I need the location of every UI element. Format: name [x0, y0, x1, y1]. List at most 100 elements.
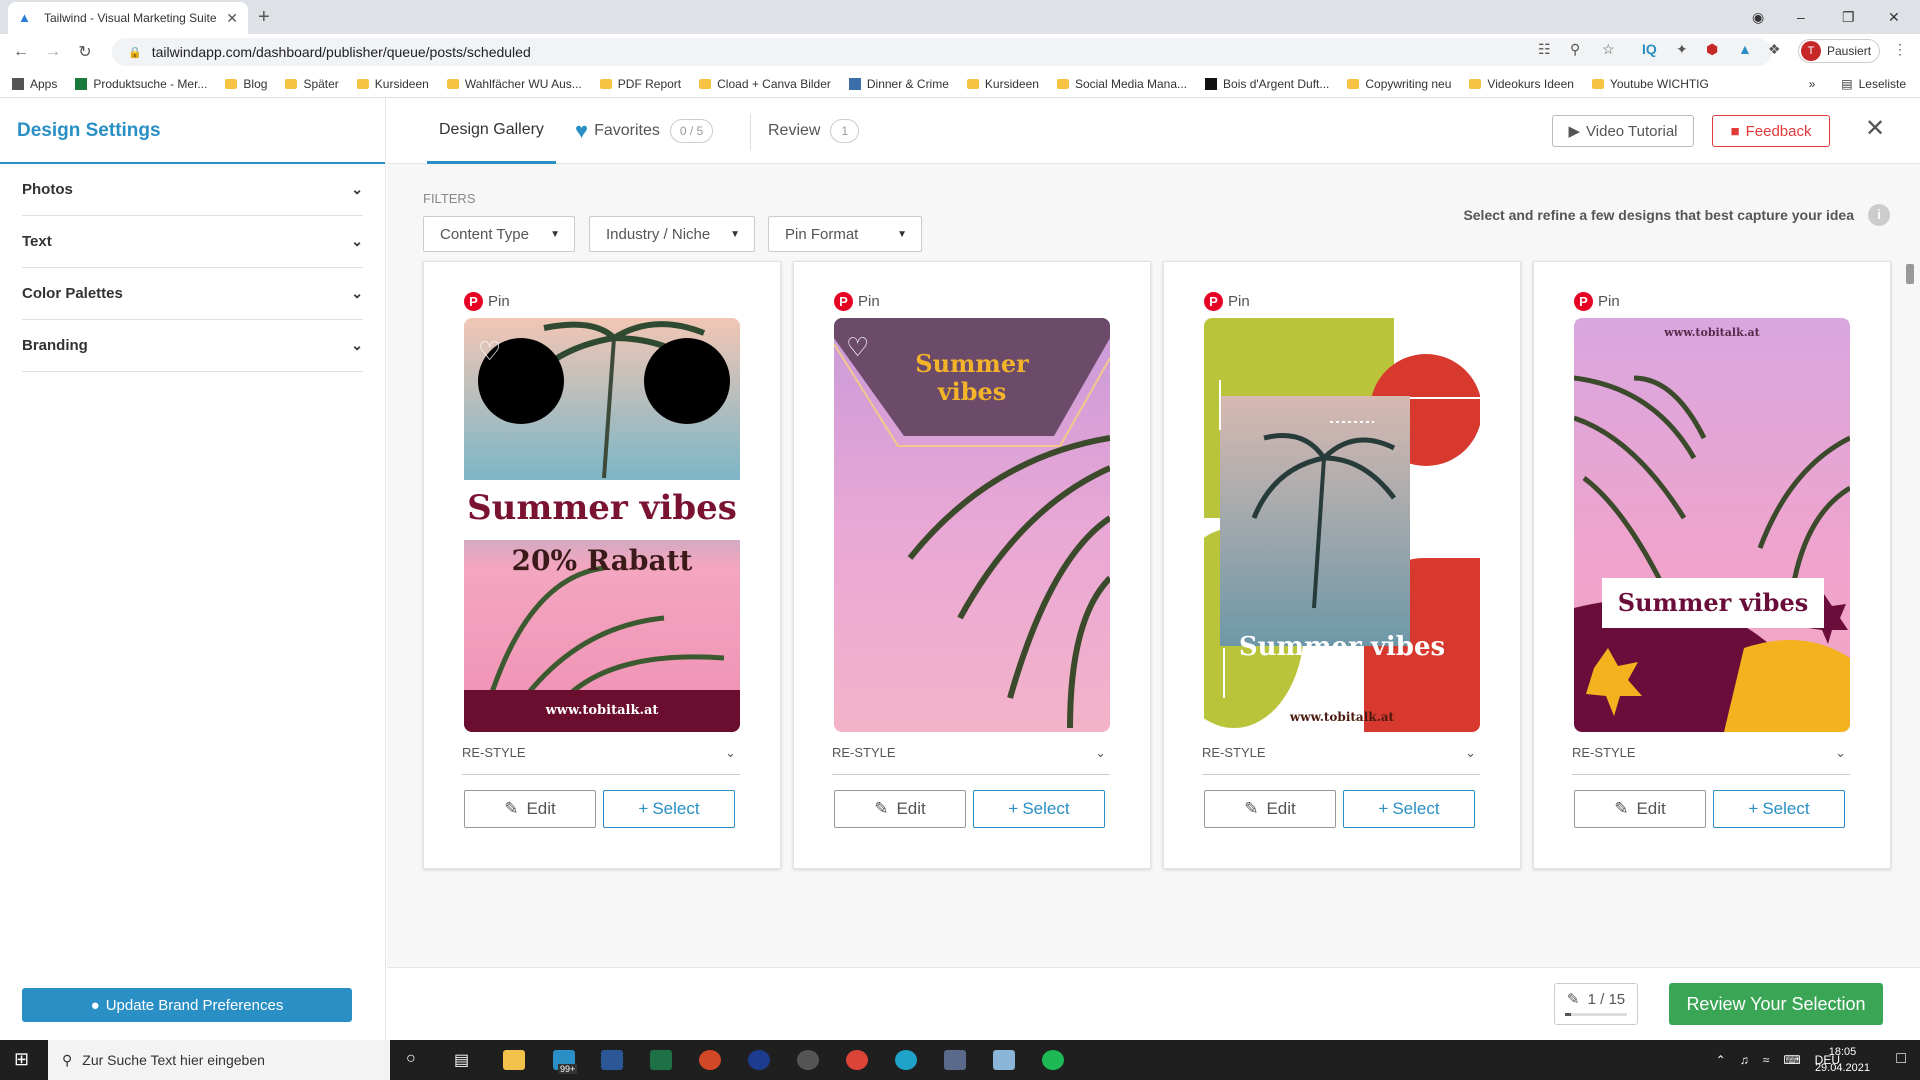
new-tab-button[interactable]: + [258, 6, 270, 29]
iq-extension-icon[interactable]: IQ [1642, 41, 1657, 57]
bookmark-star-icon[interactable]: ☆ [1602, 41, 1615, 58]
pin-format-dropdown[interactable]: Pin Format ▼ [768, 216, 922, 252]
extension-icon[interactable]: ✦ [1676, 41, 1688, 58]
minimize-button[interactable]: – [1797, 0, 1805, 34]
restore-button[interactable]: ❐ [1842, 0, 1855, 34]
windows-start-icon[interactable]: ⊞ [14, 1049, 29, 1070]
forward-arrow-icon[interactable]: → [38, 43, 68, 61]
file-explorer-icon[interactable] [503, 1050, 525, 1070]
feedback-button[interactable]: ■ Feedback [1712, 115, 1830, 147]
bookmark-folder[interactable]: Kursideen [356, 77, 429, 91]
back-arrow-icon[interactable]: ← [6, 43, 36, 61]
spotify-icon[interactable] [1042, 1050, 1064, 1070]
app-icon[interactable] [944, 1050, 966, 1070]
folder-icon [225, 78, 238, 89]
palm-illustration [1219, 380, 1480, 698]
design-preview[interactable]: ♡ Summer vibes [834, 318, 1110, 732]
chrome-icon[interactable] [846, 1050, 868, 1070]
menu-dots-icon[interactable]: ⋮ [1893, 41, 1907, 58]
select-button[interactable]: + Select [1713, 790, 1845, 828]
tab-design-gallery[interactable]: Design Gallery [427, 98, 556, 164]
taskbar-search[interactable]: ⚲ Zur Suche Text hier eingeben [48, 1040, 390, 1080]
edit-button[interactable]: ✎ Edit [1204, 790, 1336, 828]
tray-arrow-icon[interactable]: ⌃ [1716, 1053, 1726, 1067]
bookmark-item[interactable]: Dinner & Crime [848, 77, 949, 91]
review-your-selection-button[interactable]: Review Your Selection [1669, 983, 1883, 1025]
gallery-scrollbar[interactable] [1904, 258, 1916, 958]
edit-button[interactable]: ✎ Edit [464, 790, 596, 828]
industry-niche-dropdown[interactable]: Industry / Niche ▼ [589, 216, 755, 252]
bookmark-folder[interactable]: Copywriting neu [1347, 77, 1451, 91]
design-preview[interactable]: www.tobitalk.at Summer vibes [1574, 318, 1850, 732]
design-pager[interactable]: ✎ 1 / 15 [1554, 983, 1638, 1025]
update-brand-preferences-button[interactable]: ● Update Brand Preferences [22, 988, 352, 1022]
accordion-branding[interactable]: Branding ⌄ [22, 320, 363, 372]
pin-label: P Pin [464, 292, 510, 311]
puzzle-extensions-icon[interactable]: ❖ [1768, 41, 1781, 58]
favorite-heart-icon[interactable]: ♡ [478, 336, 501, 367]
restyle-dropdown[interactable]: RE-STYLE ⌄ [462, 745, 740, 775]
profile-button[interactable]: T Pausiert [1798, 39, 1880, 63]
bookmark-folder[interactable]: Kursideen [966, 77, 1039, 91]
translate-icon[interactable]: ☷ [1538, 41, 1551, 58]
accordion-text[interactable]: Text ⌄ [22, 216, 363, 268]
bookmark-folder[interactable]: Youtube WICHTIG [1591, 77, 1709, 91]
reload-icon[interactable]: ↻ [70, 42, 100, 62]
folder-icon [1056, 78, 1069, 89]
edge-icon[interactable] [895, 1050, 917, 1070]
bookmark-folder[interactable]: Wahlfächer WU Aus... [446, 77, 582, 91]
tailwind-extension-icon[interactable]: ▲ [1738, 41, 1752, 57]
bookmark-folder[interactable]: PDF Report [599, 77, 681, 91]
close-tab-icon[interactable]: ✕ [226, 10, 238, 27]
wifi-icon[interactable]: ≈ [1763, 1053, 1770, 1067]
bookmark-folder[interactable]: Blog [225, 77, 267, 91]
address-bar[interactable]: 🔒 tailwindapp.com/dashboard/publisher/qu… [112, 38, 1772, 66]
volume-icon[interactable]: ♫ [1740, 1053, 1749, 1067]
task-view-icon[interactable]: ▤ [454, 1050, 469, 1070]
bookmark-item[interactable]: Bois d'Argent Duft... [1205, 77, 1329, 91]
info-icon[interactable]: i [1868, 204, 1890, 226]
bookmark-folder[interactable]: Cload + Canva Bilder [699, 77, 831, 91]
design-preview[interactable]: ♡ Summer vibes 20% Rabatt www.tobitalk.a… [464, 318, 740, 732]
keyboard-icon[interactable]: ⌨ [1783, 1053, 1800, 1067]
bookmark-folder[interactable]: Videokurs Ideen [1469, 77, 1574, 91]
notifications-icon[interactable]: □ [1896, 1050, 1906, 1068]
sunglass-lens [644, 338, 730, 424]
bookmark-item[interactable]: Produktsuche - Mer... [75, 77, 207, 91]
edit-button[interactable]: ✎ Edit [1574, 790, 1706, 828]
select-button[interactable]: + Select [1343, 790, 1475, 828]
app-icon[interactable] [748, 1050, 770, 1070]
design-preview[interactable]: Summer vibes www.tobitalk.at [1204, 318, 1480, 732]
video-tutorial-button[interactable]: ▶ Video Tutorial [1552, 115, 1694, 147]
accordion-color-palettes[interactable]: Color Palettes ⌄ [22, 268, 363, 320]
powerpoint-icon[interactable] [699, 1050, 721, 1070]
select-button[interactable]: + Select [603, 790, 735, 828]
content-type-dropdown[interactable]: Content Type ▼ [423, 216, 575, 252]
restyle-dropdown[interactable]: RE-STYLE ⌄ [1572, 745, 1850, 775]
browser-tab[interactable]: ▲ Tailwind - Visual Marketing Suite ✕ [8, 2, 248, 34]
word-icon[interactable] [601, 1050, 623, 1070]
close-window-button[interactable]: ✕ [1888, 0, 1900, 34]
close-icon[interactable]: ✕ [1865, 114, 1885, 143]
select-button[interactable]: + Select [973, 790, 1105, 828]
cortana-icon[interactable]: ○ [406, 1050, 416, 1068]
tab-search-icon[interactable]: ◉ [1752, 0, 1764, 34]
restyle-dropdown[interactable]: RE-STYLE ⌄ [1202, 745, 1480, 775]
zoom-icon[interactable]: ⚲ [1570, 41, 1580, 58]
bookmark-apps[interactable]: Apps [12, 77, 57, 91]
excel-icon[interactable] [650, 1050, 672, 1070]
app-icon[interactable] [993, 1050, 1015, 1070]
tab-review[interactable]: Review 1 [768, 98, 860, 164]
bookmark-folder[interactable]: Social Media Mana... [1056, 77, 1187, 91]
bookmark-folder[interactable]: Später [285, 77, 339, 91]
accordion-photos[interactable]: Photos ⌄ [22, 164, 363, 216]
adblock-extension-icon[interactable]: ⬢ [1706, 41, 1718, 58]
video-icon: ▶ [1568, 123, 1581, 140]
more-bookmarks-icon[interactable]: » [1809, 77, 1816, 91]
clock[interactable]: 18:05 29.04.2021 [1815, 1044, 1870, 1076]
restyle-dropdown[interactable]: RE-STYLE ⌄ [832, 745, 1110, 775]
reading-list[interactable]: Leseliste [1859, 77, 1906, 91]
app-icon[interactable] [797, 1050, 819, 1070]
tab-favorites[interactable]: ♥ Favorites 0 / 5 [575, 98, 714, 164]
edit-button[interactable]: ✎ Edit [834, 790, 966, 828]
